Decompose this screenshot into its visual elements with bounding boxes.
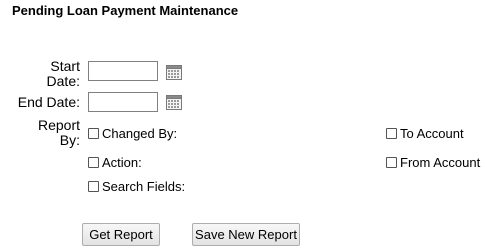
search-fields-label: Search Fields: xyxy=(102,179,186,194)
from-account-label: From Account xyxy=(400,155,481,170)
to-account-option[interactable]: To Account xyxy=(386,126,464,141)
from-account-option[interactable]: From Account xyxy=(386,155,480,170)
action-checkbox[interactable] xyxy=(88,157,99,168)
calendar-icon[interactable] xyxy=(166,95,182,110)
calendar-icon[interactable] xyxy=(166,65,182,80)
page-title: Pending Loan Payment Maintenance xyxy=(12,3,239,18)
from-account-checkbox[interactable] xyxy=(386,157,397,168)
start-date-input[interactable] xyxy=(88,61,158,81)
changed-by-checkbox[interactable] xyxy=(88,128,99,139)
action-option[interactable]: Action: xyxy=(88,155,142,170)
start-date-label: Start Date: xyxy=(46,58,80,89)
get-report-button[interactable]: Get Report xyxy=(82,223,160,246)
end-date-label: End Date: xyxy=(17,94,80,110)
action-label: Action: xyxy=(102,155,142,170)
to-account-label: To Account xyxy=(400,126,464,141)
changed-by-option[interactable]: Changed By: xyxy=(88,126,177,141)
search-fields-option[interactable]: Search Fields: xyxy=(88,179,185,194)
changed-by-label: Changed By: xyxy=(102,126,178,141)
search-fields-checkbox[interactable] xyxy=(88,181,99,192)
to-account-checkbox[interactable] xyxy=(386,128,397,139)
save-new-report-button[interactable]: Save New Report xyxy=(192,223,300,246)
end-date-input[interactable] xyxy=(88,92,158,112)
report-by-label: Report By: xyxy=(37,117,80,148)
